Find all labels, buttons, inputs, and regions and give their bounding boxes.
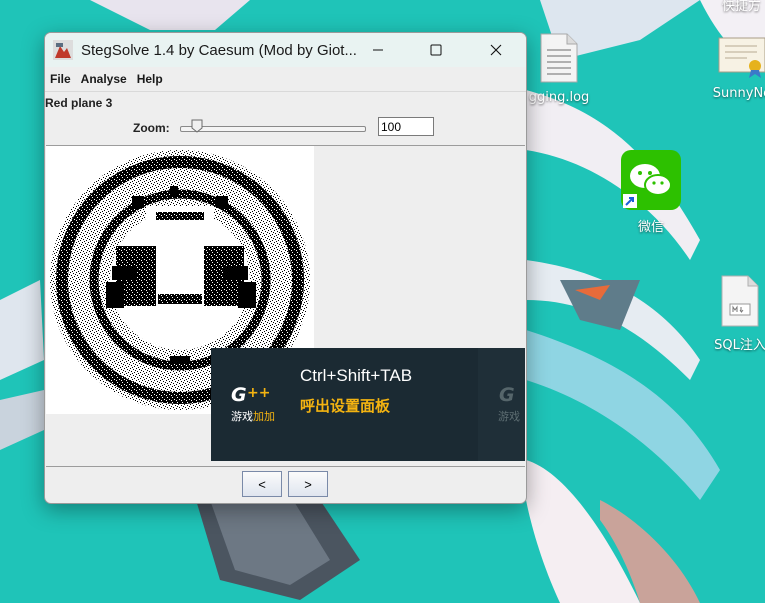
zoom-label: Zoom: [133,121,170,135]
close-button[interactable] [473,33,519,67]
desktop-icon-wechat[interactable]: 微信 [616,150,686,235]
menu-bar: File Analyse Help [45,67,526,92]
menu-help[interactable]: Help [132,72,168,86]
menu-file[interactable]: File [45,72,76,86]
desktop-icon-log-file[interactable]: gging.log [519,32,599,105]
plane-label: Red plane 3 [45,96,113,110]
desktop-partial-label: 快捷方 [722,0,762,14]
gplusplus-logo-faded-icon: G [499,384,515,405]
desktop-icon-label: SQL注入 [714,338,765,353]
svg-text:G: G [499,384,515,405]
certificate-icon [718,37,765,78]
minimize-button[interactable] [355,33,401,67]
java-app-icon [53,40,73,60]
close-icon [490,44,502,56]
menu-analyse[interactable]: Analyse [76,72,132,86]
minimize-icon [373,49,383,51]
window-title: StegSolve 1.4 by Caesum (Mod by Giot... [81,41,357,59]
desktop-icon-label: SunnyNe [712,86,765,101]
logo-caption: 游戏加加 [231,410,275,423]
svg-text:G: G [231,384,247,405]
title-bar[interactable]: StegSolve 1.4 by Caesum (Mod by Giot... [45,33,526,67]
wechat-icon [621,150,681,210]
game-accelerator-popup: G ++ 游戏加加 Ctrl+Shift+TAB 呼出设置面板 G 游戏 [211,348,525,461]
next-plane-button[interactable]: > [288,471,328,497]
previous-plane-button[interactable]: < [242,471,282,497]
desktop-icon-sql[interactable]: SQL注入 [700,274,765,353]
markdown-file-icon [721,275,759,327]
zoom-input[interactable] [378,117,434,136]
gplusplus-logo-icon: G ++ [231,384,270,405]
maximize-icon [430,44,442,56]
zoom-slider-thumb[interactable] [191,119,203,133]
text-file-icon [540,33,578,83]
desktop-icon-label: 微信 [637,220,664,235]
desktop-icon-sunny[interactable]: SunnyNe [702,34,765,101]
popup-subtitle: 呼出设置面板 [300,397,391,415]
maximize-button[interactable] [413,33,459,67]
logo-caption-faded: 游戏 [498,410,520,423]
svg-text:++: ++ [247,385,270,401]
zoom-slider-track[interactable] [180,126,366,132]
desktop-icon-label: gging.log [528,90,590,105]
popup-hotkey: Ctrl+Shift+TAB [300,366,413,385]
